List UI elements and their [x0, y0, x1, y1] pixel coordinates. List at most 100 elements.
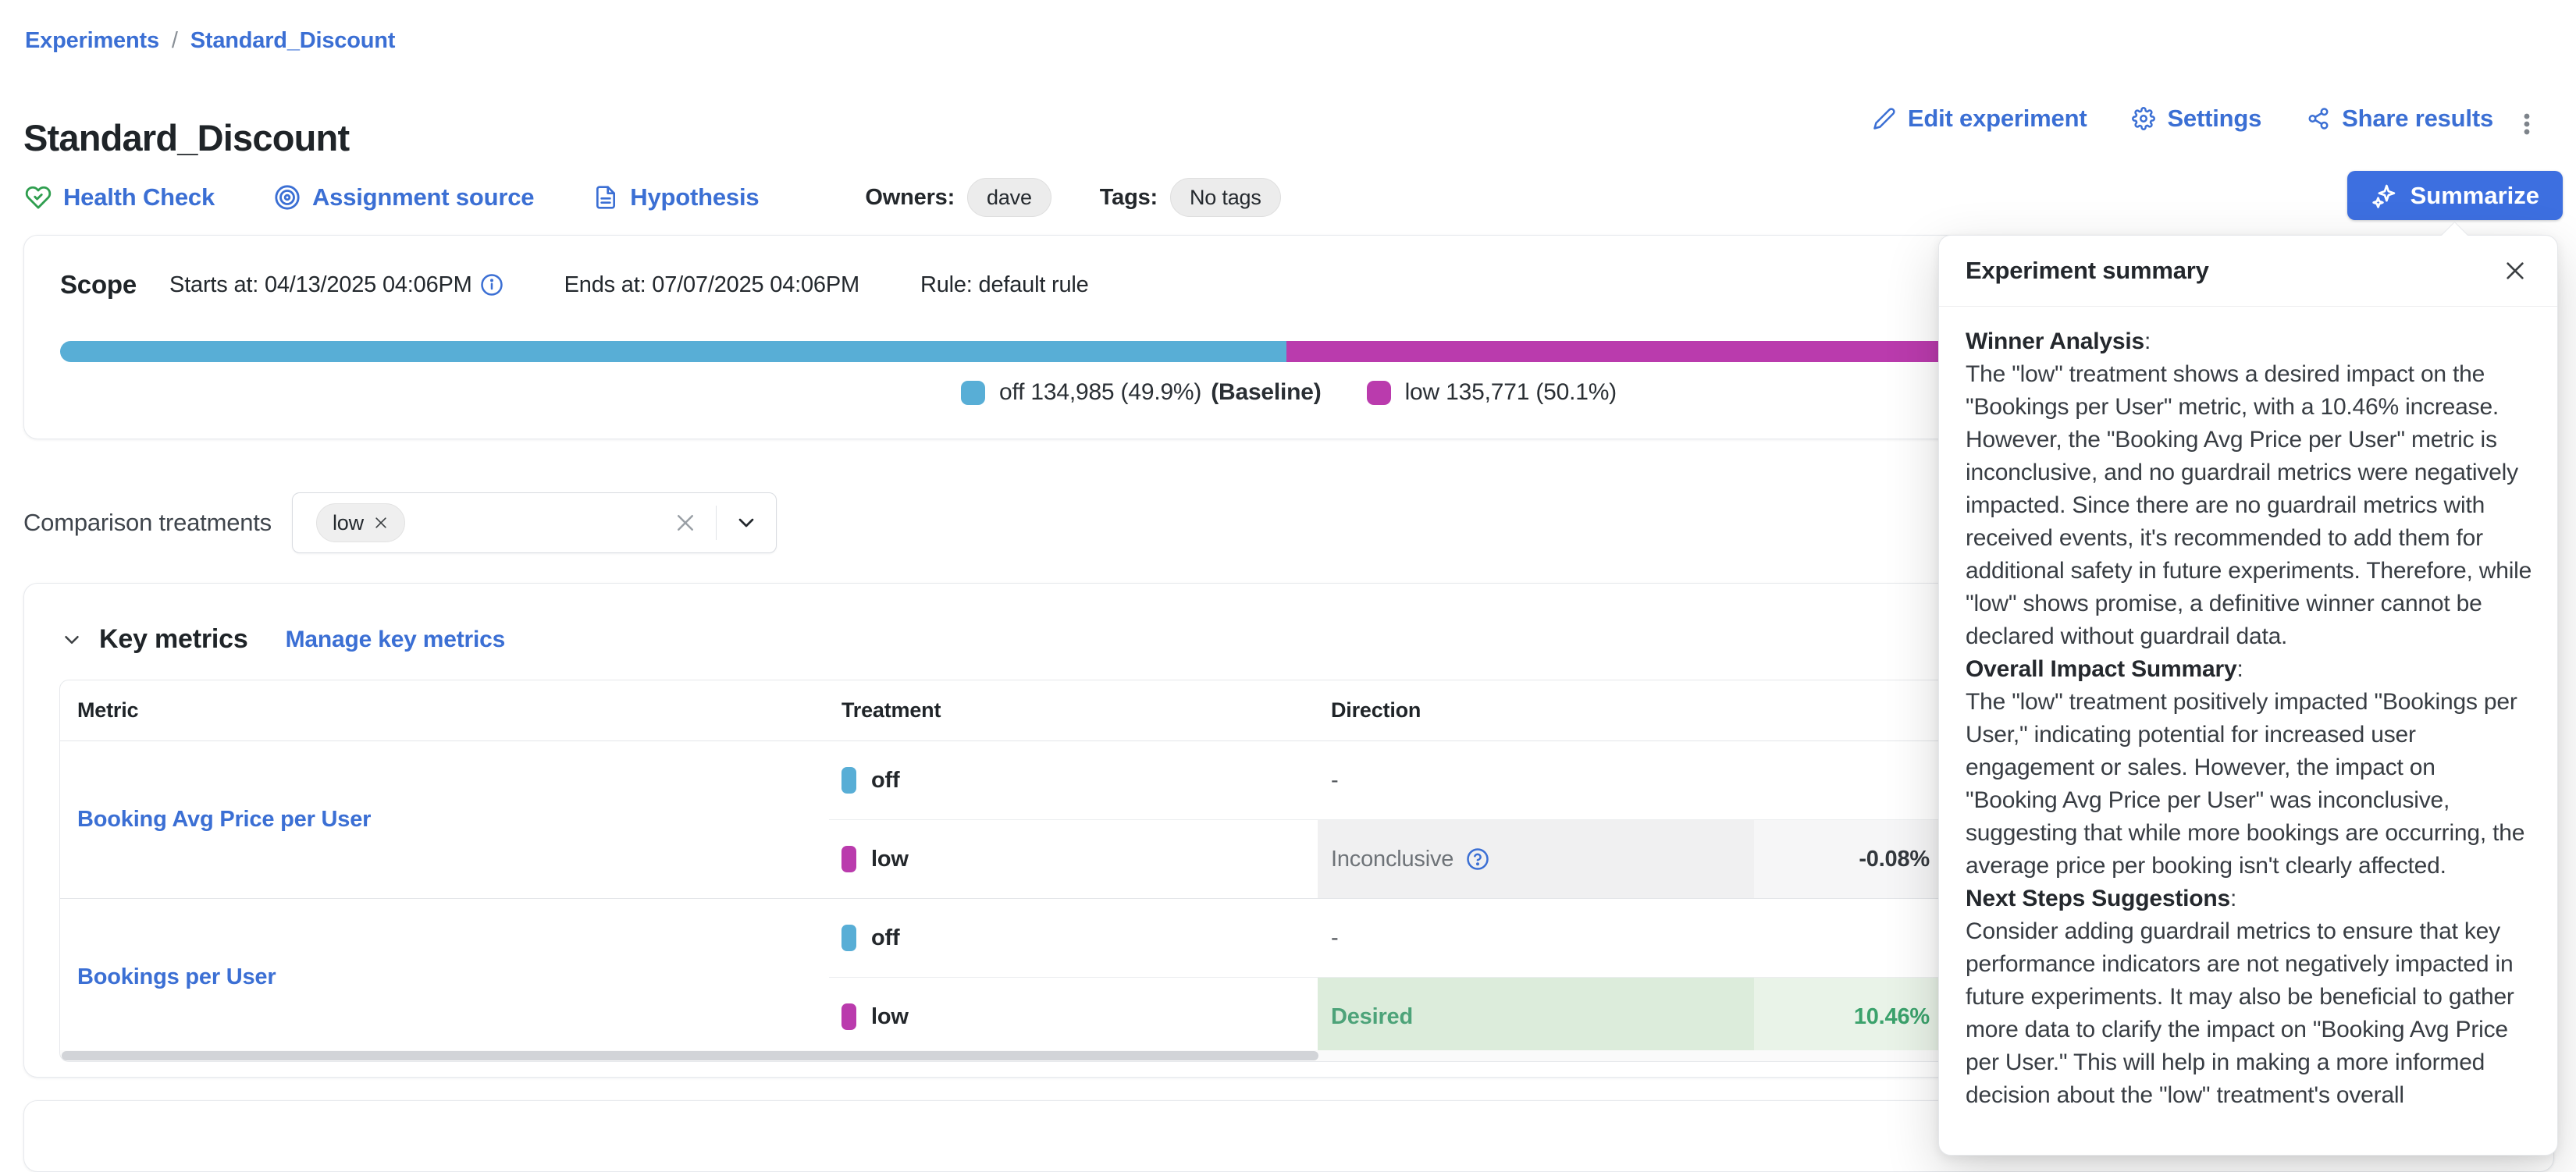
direction-cell: - — [1318, 741, 1754, 819]
collapse-chevron-icon[interactable] — [60, 628, 84, 652]
summary-section-heading: Winner Analysis: — [1966, 325, 2532, 358]
chevron-down-icon[interactable] — [717, 510, 776, 535]
summary-section-body: Consider adding guardrail metrics to ens… — [1966, 915, 2532, 1112]
treatment-name: low — [871, 1004, 909, 1030]
manage-key-metrics-link[interactable]: Manage key metrics — [286, 627, 506, 653]
experiment-summary-panel: Experiment summary Winner Analysis: The … — [1938, 235, 2558, 1156]
kebab-icon — [2514, 111, 2540, 137]
metric-cell: Booking Avg Price per User — [60, 741, 829, 898]
scrollbar-thumb[interactable] — [62, 1051, 1318, 1060]
document-icon — [593, 185, 618, 210]
tags-pill[interactable]: No tags — [1170, 178, 1281, 217]
direction-label: - — [1331, 925, 1338, 951]
scope-ends-at: Ends at: 07/07/2025 04:06PM — [564, 272, 859, 298]
treatment-cell: off — [829, 741, 1318, 819]
share-results-label: Share results — [2342, 105, 2493, 133]
treatment-color-dot — [841, 1003, 856, 1030]
share-results-button[interactable]: Share results — [2307, 105, 2493, 133]
column-header-metric: Metric — [60, 698, 829, 723]
treatment-color-swatch — [1367, 381, 1391, 405]
header-actions: Edit experiment Settings Share results — [1873, 105, 2493, 133]
hypothesis-label: Hypothesis — [630, 183, 759, 211]
health-check-link[interactable]: Health Check — [25, 183, 215, 211]
summary-section-heading: Next Steps Suggestions: — [1966, 883, 2532, 915]
settings-label: Settings — [2167, 105, 2261, 133]
share-icon — [2307, 107, 2330, 130]
scope-title: Scope — [60, 270, 137, 300]
key-metrics-title: Key metrics — [99, 624, 248, 655]
metric-link[interactable]: Bookings per User — [77, 964, 276, 990]
pencil-icon — [1873, 107, 1896, 130]
summary-section-heading: Overall Impact Summary: — [1966, 653, 2532, 686]
tags-label: Tags: — [1100, 185, 1158, 211]
owners-group: Owners: dave — [865, 178, 1051, 217]
breadcrumb-link-experiments[interactable]: Experiments — [25, 28, 159, 54]
direction-cell: Desired — [1318, 978, 1754, 1056]
chip-remove-icon[interactable] — [373, 515, 389, 531]
breadcrumb: Experiments / Standard_Discount — [25, 28, 395, 54]
direction-label: Desired — [1331, 1004, 1413, 1030]
breadcrumb-link-current[interactable]: Standard_Discount — [190, 28, 395, 54]
edit-experiment-button[interactable]: Edit experiment — [1873, 105, 2087, 133]
summarize-button[interactable]: Summarize — [2347, 171, 2563, 220]
treatment-name: off — [871, 925, 899, 951]
close-icon[interactable] — [2500, 255, 2531, 286]
owner-pill[interactable]: dave — [967, 178, 1051, 217]
treatment-name: off — [871, 768, 899, 794]
summary-section: Winner Analysis: The "low" treatment sho… — [1966, 325, 2532, 653]
summary-panel-title: Experiment summary — [1966, 257, 2209, 285]
metric-link[interactable]: Booking Avg Price per User — [77, 807, 371, 833]
scope-legend-item: off 134,985 (49.9%) (Baseline) — [961, 379, 1322, 406]
heart-check-icon — [25, 184, 52, 211]
info-icon[interactable] — [480, 273, 503, 297]
treatment-cell: low — [829, 820, 1318, 898]
tags-group: Tags: No tags — [1100, 178, 1281, 217]
settings-button[interactable]: Settings — [2132, 105, 2261, 133]
metric-cell: Bookings per User — [60, 899, 829, 1056]
legend-text: low 135,771 (50.1%) — [1405, 379, 1617, 406]
hypothesis-link[interactable]: Hypothesis — [593, 183, 759, 211]
select-clear-icon[interactable] — [655, 511, 716, 535]
comparison-treatments-label: Comparison treatments — [23, 509, 272, 537]
treatment-color-swatch — [961, 381, 985, 405]
comparison-treatments-select[interactable]: low — [292, 492, 777, 553]
treatment-color-dot — [841, 925, 856, 951]
legend-baseline-tag: (Baseline) — [1211, 379, 1321, 406]
summary-panel-body: Winner Analysis: The "low" treatment sho… — [1939, 307, 2557, 1112]
assignment-source-label: Assignment source — [312, 183, 534, 211]
assignment-source-link[interactable]: Assignment source — [274, 183, 534, 211]
column-header-direction: Direction — [1318, 698, 1754, 723]
gear-icon — [2132, 107, 2155, 130]
treatment-color-dot — [841, 846, 856, 872]
health-check-label: Health Check — [63, 183, 215, 211]
help-icon[interactable] — [1466, 847, 1489, 871]
scope-starts-at: Starts at: 04/13/2025 04:06PM — [169, 272, 503, 298]
experiment-toolbar: Health Check Assignment source Hypothesi… — [25, 176, 1281, 218]
breadcrumb-separator: / — [172, 28, 178, 54]
direction-cell: - — [1318, 899, 1754, 977]
direction-label: - — [1331, 768, 1338, 794]
column-header-treatment: Treatment — [829, 698, 1318, 723]
summary-section-body: The "low" treatment positively impacted … — [1966, 686, 2532, 883]
summarize-label: Summarize — [2411, 182, 2539, 210]
scope-rule: Rule: default rule — [920, 272, 1089, 298]
owners-label: Owners: — [865, 185, 955, 211]
direction-label: Inconclusive — [1331, 847, 1453, 872]
direction-cell: Inconclusive — [1318, 820, 1754, 898]
treatment-cell: low — [829, 978, 1318, 1056]
sparkles-icon — [2371, 183, 2397, 209]
treatment-chip-label: low — [333, 511, 364, 535]
treatment-cell: off — [829, 899, 1318, 977]
scope-legend-item: low 135,771 (50.1%) — [1367, 379, 1617, 406]
summary-section-body: The "low" treatment shows a desired impa… — [1966, 358, 2532, 653]
more-options-button[interactable] — [2509, 106, 2545, 142]
page-title: Standard_Discount — [23, 116, 349, 159]
edit-experiment-label: Edit experiment — [1908, 105, 2087, 133]
allocation-segment-off — [60, 341, 1286, 362]
legend-text: off 134,985 (49.9%) — [999, 379, 1201, 406]
treatment-color-dot — [841, 767, 856, 794]
treatment-chip[interactable]: low — [316, 503, 405, 542]
target-icon — [274, 184, 301, 211]
summary-section: Next Steps Suggestions: Consider adding … — [1966, 883, 2532, 1112]
summary-section: Overall Impact Summary: The "low" treatm… — [1966, 653, 2532, 883]
